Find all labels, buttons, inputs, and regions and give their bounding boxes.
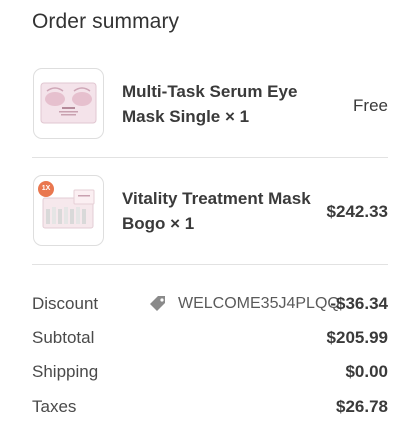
subtotal-value: $205.99 bbox=[326, 328, 388, 347]
shipping-label: Shipping bbox=[32, 362, 99, 381]
discount-row: Discount WELCOME35J4PLQQ -$36.34 bbox=[32, 294, 388, 318]
treatment-mask-set-icon: 1X bbox=[33, 175, 104, 246]
line-item: Multi-Task Serum Eye Mask Single × 1 Fre… bbox=[32, 65, 388, 153]
item-price: Free bbox=[353, 96, 388, 115]
discount-value: -$36.34 bbox=[330, 294, 388, 313]
taxes-value: $26.78 bbox=[336, 397, 388, 416]
discount-code[interactable]: WELCOME35J4PLQQ bbox=[148, 294, 340, 314]
divider bbox=[32, 157, 388, 158]
subtotal-label: Subtotal bbox=[32, 328, 95, 347]
taxes-row: Taxes $26.78 bbox=[32, 397, 388, 421]
tag-icon bbox=[148, 294, 168, 314]
taxes-label: Taxes bbox=[32, 397, 77, 416]
shipping-row: Shipping $0.00 bbox=[32, 362, 388, 386]
discount-label: Discount bbox=[32, 294, 99, 313]
item-price: $242.33 bbox=[326, 202, 388, 221]
divider bbox=[32, 264, 388, 265]
discount-code-text: WELCOME35J4PLQQ bbox=[178, 295, 340, 312]
item-name[interactable]: Vitality Treatment Mask Bogo × 1 bbox=[122, 186, 332, 236]
subtotal-row: Subtotal $205.99 bbox=[32, 328, 388, 352]
quantity-badge: 1X bbox=[38, 181, 54, 197]
shipping-value: $0.00 bbox=[345, 362, 388, 381]
page-title: Order summary bbox=[32, 10, 180, 33]
eye-mask-product-icon bbox=[33, 68, 104, 139]
line-item: 1X Vitality Treatment Mask Bogo × 1 $242… bbox=[32, 172, 388, 260]
item-name[interactable]: Multi-Task Serum Eye Mask Single × 1 bbox=[122, 79, 332, 129]
